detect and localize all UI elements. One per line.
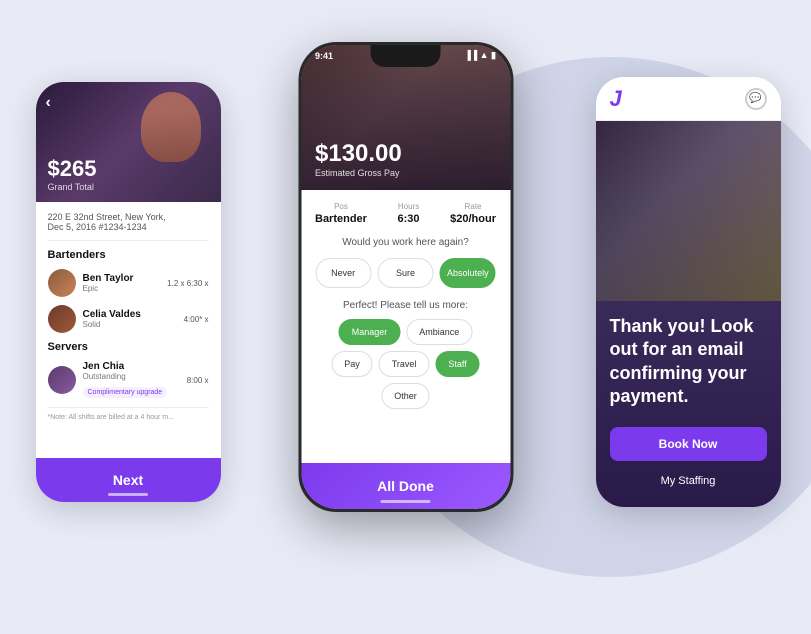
right-phone-header: J 💬 xyxy=(596,77,781,121)
tag-other[interactable]: Other xyxy=(381,383,430,409)
tags-grid: Manager Ambiance Pay Travel Staff Other xyxy=(315,319,496,409)
address-info: 220 E 32nd Street, New York, Dec 5, 2016… xyxy=(48,212,209,241)
staff-hours-celia: 4:00* x xyxy=(184,315,209,324)
address-text: 220 E 32nd Street, New York, xyxy=(48,212,209,222)
grand-total-amount: $265 xyxy=(48,156,97,182)
tag-ambiance[interactable]: Ambiance xyxy=(406,319,472,345)
stat-pos: Pos Bartender xyxy=(315,202,367,225)
staff-item-ben: Ben Taylor Epic 1.2 x 6:30 x xyxy=(48,269,209,297)
more-label: Perfect! Please tell us more: xyxy=(315,300,496,311)
pos-label: Pos xyxy=(315,202,367,211)
book-now-button[interactable]: Book Now xyxy=(610,427,767,461)
stats-row: Pos Bartender Hours 6:30 Rate $20/hour xyxy=(315,202,496,225)
status-time: 9:41 xyxy=(315,51,333,61)
right-phone-body: Thank you! Look out for an email confirm… xyxy=(596,301,781,507)
center-pay-info: $130.00 Estimated Gross Pay xyxy=(315,140,402,178)
staff-hours-jen: 8:00 x xyxy=(187,376,209,385)
pos-value: Bartender xyxy=(315,213,367,225)
date-text: Dec 5, 2016 #1234-1234 xyxy=(48,222,209,232)
staff-role-ben: Epic xyxy=(83,284,168,293)
image-overlay xyxy=(596,121,781,301)
hours-label: Hours xyxy=(398,202,420,211)
staff-name-ben: Ben Taylor xyxy=(83,273,168,284)
center-phone-body: Pos Bartender Hours 6:30 Rate $20/hour W… xyxy=(301,190,510,421)
phone-left: ‹ $265 Grand Total 220 E 32nd Street, Ne… xyxy=(36,82,221,502)
center-phone-inner: 9:41 ▐▐ ▲ ▮ $130.00 Estimated Gross Pay … xyxy=(301,45,510,509)
rating-sure[interactable]: Sure xyxy=(377,258,433,288)
rate-value: $20/hour xyxy=(450,213,496,225)
avatar-jen xyxy=(48,366,76,394)
avatar-ben xyxy=(48,269,76,297)
staff-info-jen: Jen Chia Outstanding Complimentary upgra… xyxy=(83,361,187,399)
right-person-image xyxy=(596,121,781,301)
servers-section-title: Servers xyxy=(48,341,209,353)
staff-name-jen: Jen Chia xyxy=(83,361,187,372)
tag-pay[interactable]: Pay xyxy=(331,351,373,377)
upgrade-badge: Complimentary upgrade xyxy=(83,387,168,398)
rating-absolutely[interactable]: Absolutely xyxy=(440,258,496,288)
rating-never[interactable]: Never xyxy=(315,258,371,288)
phone-center: 9:41 ▐▐ ▲ ▮ $130.00 Estimated Gross Pay … xyxy=(298,42,513,512)
rate-label: Rate xyxy=(450,202,496,211)
pay-label: Estimated Gross Pay xyxy=(315,168,402,178)
staff-hours-ben: 1.2 x 6:30 x xyxy=(167,279,208,288)
my-staffing-button[interactable]: My Staffing xyxy=(610,469,767,493)
phone-right: J 💬 Thank you! Look out for an email con… xyxy=(596,77,781,507)
thank-you-text: Thank you! Look out for an email confirm… xyxy=(610,315,767,409)
bartenders-section-title: Bartenders xyxy=(48,249,209,261)
center-home-indicator xyxy=(381,500,431,503)
header-person-image xyxy=(141,92,201,162)
staff-role-jen: Outstanding xyxy=(83,372,187,381)
stat-rate: Rate $20/hour xyxy=(450,202,496,225)
stat-hours: Hours 6:30 xyxy=(398,202,420,225)
home-indicator xyxy=(108,493,148,496)
grand-total-label: Grand Total xyxy=(48,182,97,192)
staff-info-ben: Ben Taylor Epic xyxy=(83,273,168,293)
avatar-celia xyxy=(48,305,76,333)
status-bar: 9:41 ▐▐ ▲ ▮ xyxy=(301,50,510,61)
tag-staff[interactable]: Staff xyxy=(435,351,479,377)
app-logo: J xyxy=(610,86,622,112)
hours-value: 6:30 xyxy=(398,213,420,225)
staff-info-celia: Celia Valdes Solid xyxy=(83,309,184,329)
billing-note: *Note: All shifts are billed at a 4 hour… xyxy=(48,407,209,421)
phones-container: ‹ $265 Grand Total 220 E 32nd Street, Ne… xyxy=(16,22,796,612)
status-icons: ▐▐ ▲ ▮ xyxy=(464,50,496,61)
left-header-image: ‹ $265 Grand Total xyxy=(36,82,221,202)
staff-item-celia: Celia Valdes Solid 4:00* x xyxy=(48,305,209,333)
chat-icon[interactable]: 💬 xyxy=(745,88,767,110)
rating-row: Never Sure Absolutely xyxy=(315,258,496,288)
staff-item-jen: Jen Chia Outstanding Complimentary upgra… xyxy=(48,361,209,399)
tag-travel[interactable]: Travel xyxy=(379,351,430,377)
pay-amount: $130.00 xyxy=(315,140,402,168)
staff-role-celia: Solid xyxy=(83,320,184,329)
left-phone-body: 220 E 32nd Street, New York, Dec 5, 2016… xyxy=(36,202,221,431)
work-again-question: Would you work here again? xyxy=(315,237,496,248)
tag-manager[interactable]: Manager xyxy=(339,319,401,345)
staff-name-celia: Celia Valdes xyxy=(83,309,184,320)
back-button[interactable]: ‹ xyxy=(46,94,51,112)
